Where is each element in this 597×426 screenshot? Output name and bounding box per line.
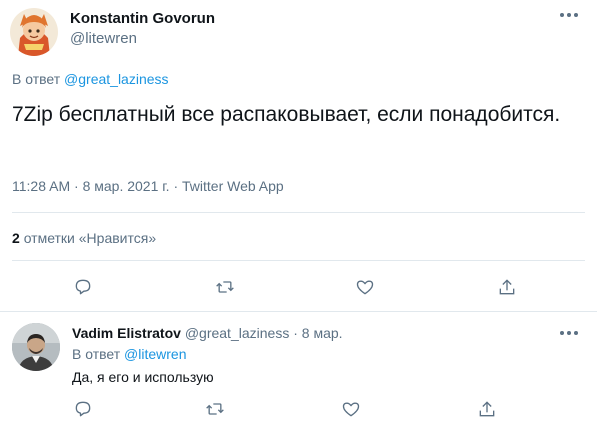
reply-prefix: В ответ xyxy=(12,71,61,87)
tweet-source[interactable]: Twitter Web App xyxy=(182,178,284,194)
reply-date[interactable]: 8 мар. xyxy=(302,325,343,341)
reply-to-link[interactable]: @litewren xyxy=(124,346,186,362)
likes-count: 2 xyxy=(12,230,20,246)
reply-author-handle[interactable]: @great_laziness xyxy=(185,325,290,341)
share-button[interactable] xyxy=(494,274,520,300)
tweet-text: 7Zip бесплатный все распаковывает, если … xyxy=(12,103,561,126)
retweet-icon xyxy=(206,403,224,415)
author-name[interactable]: Konstantin Govorun xyxy=(70,10,215,27)
tweet-separator xyxy=(0,311,597,312)
reply-like-button[interactable] xyxy=(338,396,364,422)
like-icon xyxy=(356,280,374,295)
more-icon[interactable] xyxy=(560,12,578,18)
reply-reply-button[interactable] xyxy=(70,396,96,422)
reply-author-avatar[interactable] xyxy=(12,323,60,371)
retweet-icon xyxy=(216,281,234,293)
share-icon xyxy=(499,279,515,295)
reply-text: Да, я его и использую xyxy=(72,369,214,385)
tweet-date[interactable]: 8 мар. 2021 г. xyxy=(83,178,170,194)
reply-icon xyxy=(75,401,91,417)
reply-icon xyxy=(75,279,91,295)
likes-summary[interactable]: 2 отметки «Нравится» xyxy=(12,230,156,246)
likes-label: отметки «Нравится» xyxy=(23,230,157,246)
tweet-meta: 11:28 AM · 8 мар. 2021 г. · Twitter Web … xyxy=(12,178,284,194)
meta-separator-2: · xyxy=(173,178,179,194)
tweet-time[interactable]: 11:28 AM xyxy=(12,178,70,194)
reply-context: В ответ @great_laziness xyxy=(12,71,169,87)
author-handle[interactable]: @litewren xyxy=(70,30,137,47)
reply-button[interactable] xyxy=(70,274,96,300)
like-icon xyxy=(342,402,360,417)
main-tweet: Konstantin Govorun @litewren В ответ @gr… xyxy=(0,0,597,312)
divider xyxy=(12,260,585,261)
author-avatar[interactable] xyxy=(10,8,58,56)
reply-to-link[interactable]: @great_laziness xyxy=(64,71,169,87)
like-button[interactable] xyxy=(352,274,378,300)
reply-more-icon[interactable] xyxy=(560,330,578,336)
reply-author-name[interactable]: Vadim Elistratov xyxy=(72,325,181,341)
reply-context: В ответ @litewren xyxy=(72,346,186,362)
avatar-photo-icon xyxy=(12,323,60,371)
reply-share-button[interactable] xyxy=(474,396,500,422)
retweet-button[interactable] xyxy=(212,274,238,300)
avatar-illustration-icon xyxy=(10,8,58,56)
reply-retweet-button[interactable] xyxy=(202,396,228,422)
reply-prefix: В ответ xyxy=(72,346,121,362)
meta-separator: · xyxy=(74,178,79,194)
share-icon xyxy=(479,401,495,417)
divider xyxy=(12,212,585,213)
reply-author-line: Vadim Elistratov @great_laziness · 8 мар… xyxy=(72,325,343,341)
reply-separator: · xyxy=(293,325,298,341)
